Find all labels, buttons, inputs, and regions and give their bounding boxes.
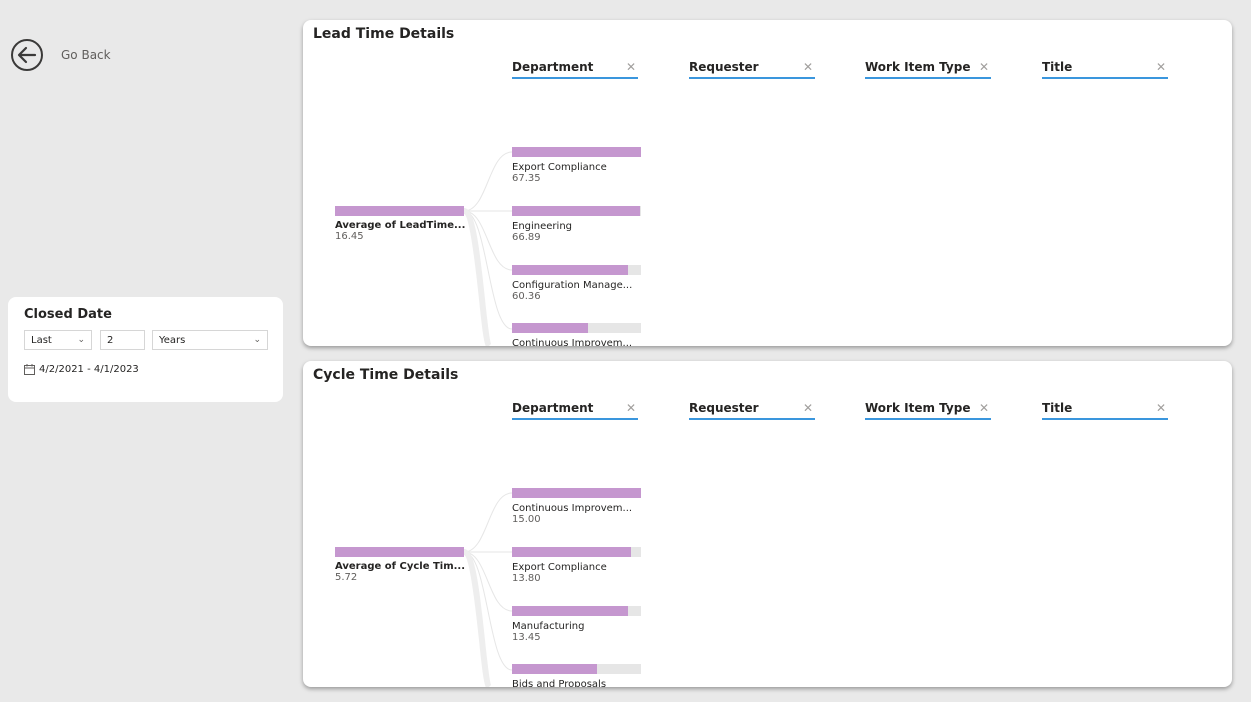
cycle-time-decomposition-tree: Cycle Time Details Department ✕ Requeste…: [303, 361, 1232, 687]
level-header-requester[interactable]: Requester ✕: [689, 60, 815, 79]
node-value: 15.00: [512, 514, 541, 525]
lead-time-decomposition-tree: Lead Time Details Department ✕ Requester…: [303, 20, 1232, 346]
node-bar: [512, 488, 641, 498]
node-bar: [512, 547, 641, 557]
level-header-work-item-type[interactable]: Work Item Type ✕: [865, 60, 991, 79]
node-bar: [512, 323, 641, 333]
level-header-requester[interactable]: Requester ✕: [689, 401, 815, 420]
root-node[interactable]: Average of Cycle Tim... 5.72: [335, 547, 466, 583]
close-icon[interactable]: ✕: [626, 60, 636, 74]
tree-node[interactable]: Manufacturing 13.45: [512, 606, 641, 643]
tree-node[interactable]: Configuration Manage... 60.36: [512, 265, 641, 302]
close-icon[interactable]: ✕: [1156, 60, 1166, 74]
root-node[interactable]: Average of LeadTime... 16.45: [335, 206, 466, 242]
node-bar: [512, 265, 641, 275]
close-icon[interactable]: ✕: [979, 60, 989, 74]
level-label: Requester: [689, 60, 759, 74]
root-node-value: 5.72: [335, 572, 358, 583]
card-title: Lead Time Details: [313, 26, 455, 42]
go-back-button[interactable]: Go Back: [10, 38, 111, 72]
chevron-down-icon: ⌄: [253, 335, 261, 345]
period-unit-dropdown[interactable]: Years ⌄: [152, 330, 268, 350]
root-bar: [335, 547, 464, 557]
level-label: Department: [512, 60, 594, 74]
node-value: 13.80: [512, 573, 541, 584]
level-header-title[interactable]: Title ✕: [1042, 60, 1168, 79]
level-label: Requester: [689, 401, 759, 415]
closed-date-slicer: Closed Date Last ⌄ 2 Years ⌄ 4/2/2021 - …: [8, 297, 283, 402]
tree-node[interactable]: Engineering 66.89: [512, 206, 641, 243]
level-header-department[interactable]: Department ✕: [512, 401, 638, 420]
node-bar: [512, 147, 641, 157]
node-label: Continuous Improvem...: [512, 338, 633, 346]
node-value: 66.89: [512, 232, 541, 243]
node-bar: [512, 664, 641, 674]
close-icon[interactable]: ✕: [803, 60, 813, 74]
root-node-value: 16.45: [335, 231, 364, 242]
close-icon[interactable]: ✕: [626, 401, 636, 415]
root-node-label: Average of LeadTime...: [335, 220, 466, 231]
node-label: Bids and Proposals: [512, 679, 607, 687]
slicer-title: Closed Date: [24, 307, 112, 322]
tree-node[interactable]: Continuous Improvem... 15.00: [512, 488, 641, 525]
node-label: Continuous Improvem...: [512, 503, 633, 514]
period-count-input[interactable]: 2: [100, 330, 145, 350]
date-range-text: 4/2/2021 - 4/1/2023: [39, 364, 139, 375]
node-value: 13.45: [512, 632, 541, 643]
relative-period-value: Last: [31, 334, 52, 346]
tree-node[interactable]: Export Compliance 13.80: [512, 547, 641, 584]
back-arrow-icon: [11, 39, 43, 71]
node-value: 67.35: [512, 173, 541, 184]
node-label: Configuration Manage...: [512, 280, 633, 291]
level-label: Department: [512, 401, 594, 415]
tree-node[interactable]: Bids and Proposals: [512, 664, 641, 687]
node-label: Export Compliance: [512, 562, 607, 573]
calendar-icon: [24, 364, 35, 375]
node-bar: [512, 206, 641, 216]
node-label: Export Compliance: [512, 162, 607, 173]
close-icon[interactable]: ✕: [979, 401, 989, 415]
chevron-down-icon: ⌄: [77, 335, 85, 345]
tree-node[interactable]: Continuous Improvem...: [512, 323, 641, 346]
root-node-label: Average of Cycle Tim...: [335, 561, 466, 572]
relative-period-dropdown[interactable]: Last ⌄: [24, 330, 92, 350]
level-label: Work Item Type: [865, 60, 971, 74]
period-unit-value: Years: [159, 334, 186, 346]
root-bar: [335, 206, 464, 216]
go-back-label: Go Back: [61, 48, 111, 62]
close-icon[interactable]: ✕: [803, 401, 813, 415]
level-header-work-item-type[interactable]: Work Item Type ✕: [865, 401, 991, 420]
card-title: Cycle Time Details: [313, 367, 459, 383]
node-label: Engineering: [512, 221, 572, 232]
date-range: 4/2/2021 - 4/1/2023: [24, 364, 139, 375]
level-header-department[interactable]: Department ✕: [512, 60, 638, 79]
close-icon[interactable]: ✕: [1156, 401, 1166, 415]
tree-node[interactable]: Export Compliance 67.35: [512, 147, 641, 184]
node-value: 60.36: [512, 291, 541, 302]
period-count-value: 2: [107, 334, 114, 346]
level-label: Title: [1042, 60, 1073, 74]
node-bar: [512, 606, 641, 616]
level-label: Title: [1042, 401, 1073, 415]
node-label: Manufacturing: [512, 621, 585, 632]
level-label: Work Item Type: [865, 401, 971, 415]
level-header-title[interactable]: Title ✕: [1042, 401, 1168, 420]
